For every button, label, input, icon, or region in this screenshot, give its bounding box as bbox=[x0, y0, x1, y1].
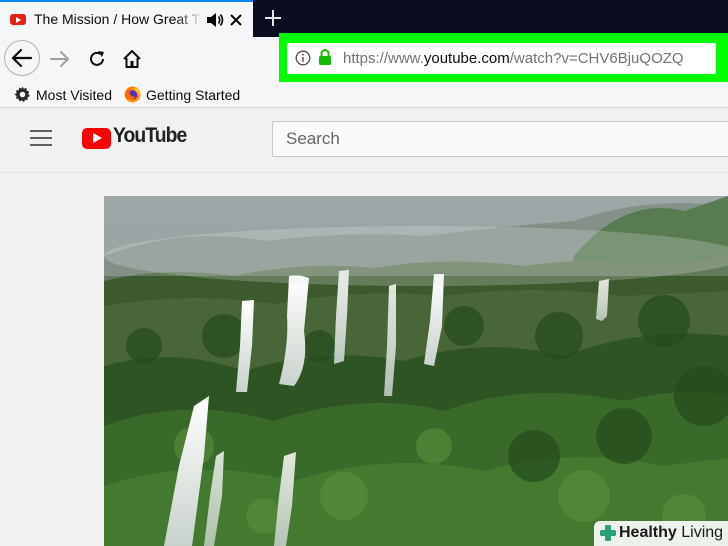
speaker-icon[interactable] bbox=[206, 12, 224, 28]
youtube-masthead: YouTube bbox=[0, 108, 728, 173]
search-box bbox=[272, 121, 728, 157]
search-input[interactable] bbox=[273, 122, 728, 156]
back-button[interactable] bbox=[4, 40, 40, 76]
youtube-logo-icon[interactable] bbox=[82, 128, 111, 149]
healthy-living-watermark: Healthy Living bbox=[594, 521, 728, 546]
reload-icon[interactable] bbox=[86, 48, 108, 70]
forward-arrow-icon[interactable] bbox=[48, 48, 72, 70]
tab-active[interactable]: The Mission / How Great Thou Art bbox=[0, 0, 253, 37]
bookmarks-toolbar: Most Visited Getting Started bbox=[0, 82, 728, 108]
youtube-favicon-icon bbox=[10, 14, 26, 25]
video-player[interactable] bbox=[104, 196, 728, 546]
waterfall-landscape-image bbox=[104, 196, 728, 546]
watermark-text-regular: Living bbox=[676, 524, 724, 541]
home-icon[interactable] bbox=[121, 48, 143, 70]
medical-cross-icon bbox=[600, 525, 616, 541]
url-domain: youtube.com bbox=[423, 50, 510, 67]
lock-icon[interactable] bbox=[318, 48, 332, 66]
url-text[interactable]: https://www.youtube.com/watch?v=CHV6BjuQ… bbox=[343, 50, 684, 67]
info-icon[interactable] bbox=[295, 50, 311, 66]
tab-strip: The Mission / How Great Thou Art bbox=[0, 0, 728, 37]
plus-icon[interactable] bbox=[262, 7, 284, 29]
close-icon[interactable] bbox=[228, 12, 244, 28]
hamburger-menu-icon[interactable] bbox=[30, 130, 52, 148]
bookmark-getting-started[interactable]: Getting Started bbox=[124, 85, 264, 105]
firefox-icon bbox=[124, 86, 141, 103]
url-prefix: https://www. bbox=[343, 50, 424, 67]
tab-title: The Mission / How Great Thou Art bbox=[34, 11, 202, 27]
watermark-text-bold: Healthy bbox=[619, 524, 677, 541]
back-arrow-icon bbox=[11, 48, 33, 68]
watermark-text: Healthy Living bbox=[619, 524, 723, 542]
bookmark-label: Most Visited bbox=[36, 87, 112, 103]
youtube-logo-text[interactable]: YouTube bbox=[113, 124, 187, 148]
gear-icon bbox=[14, 86, 30, 103]
bookmark-label: Getting Started bbox=[146, 87, 241, 103]
url-bar[interactable]: https://www.youtube.com/watch?v=CHV6BjuQ… bbox=[287, 43, 716, 74]
bookmark-most-visited[interactable]: Most Visited bbox=[14, 85, 124, 105]
url-path: /watch?v=CHV6BjuQOZQ bbox=[509, 50, 684, 67]
